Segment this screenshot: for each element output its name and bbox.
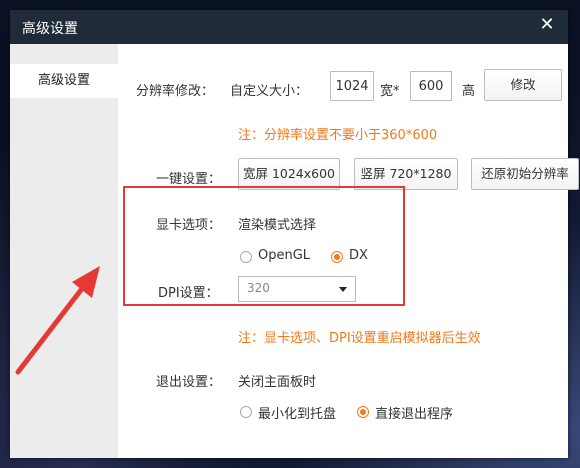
annotation-arrow-icon (15, 266, 100, 375)
